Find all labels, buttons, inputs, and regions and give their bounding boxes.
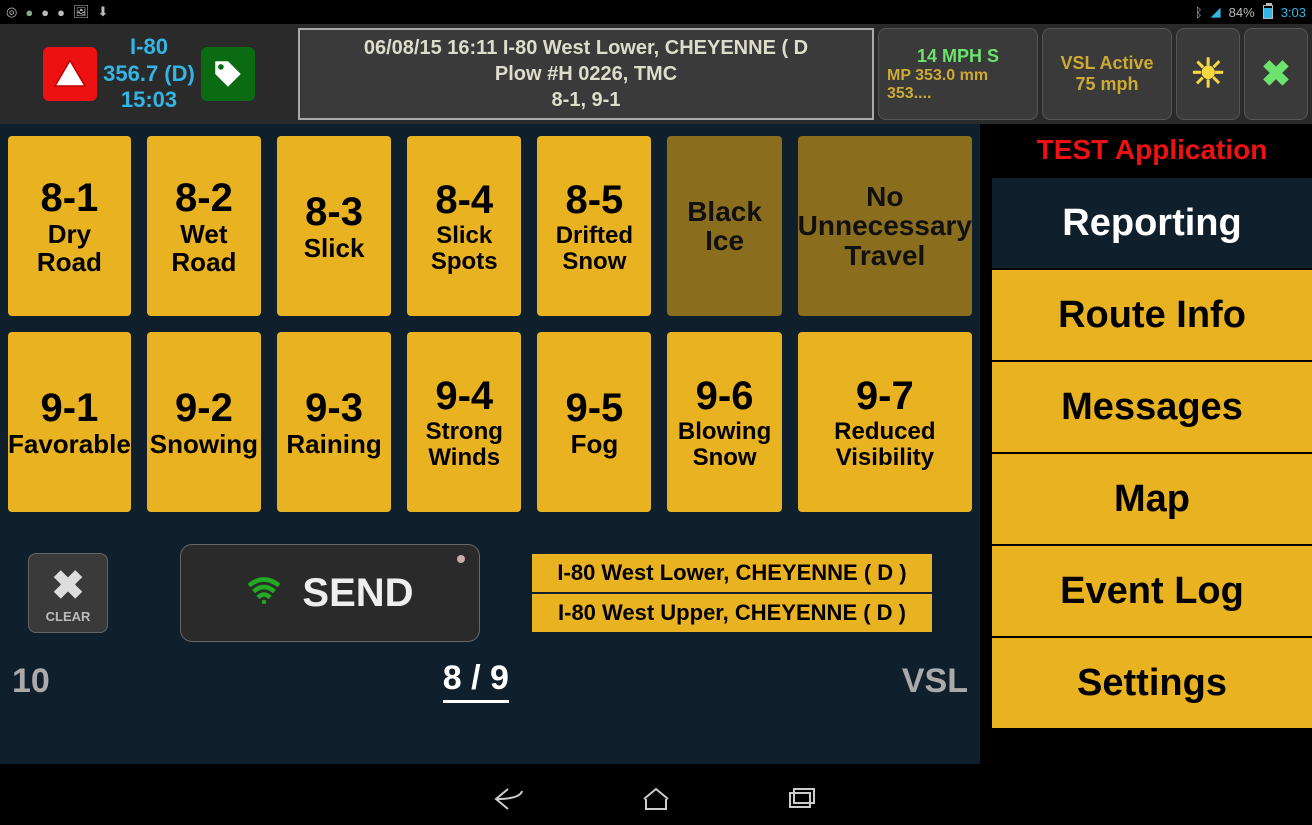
close-button[interactable]: ✖ bbox=[1244, 28, 1308, 120]
tile-label: Fog bbox=[571, 431, 619, 458]
tile-code: 8-2 bbox=[175, 176, 233, 221]
tile-label: WetRoad bbox=[171, 221, 236, 276]
recent-icon[interactable] bbox=[784, 785, 820, 818]
condition-tile-no-unnecessary-travel[interactable]: NoUnnecessaryTravel bbox=[798, 136, 972, 316]
download-icon: ⬇ bbox=[97, 4, 108, 20]
footer-right: VSL bbox=[902, 662, 968, 701]
condition-tile-9-2[interactable]: 9-2Snowing bbox=[147, 332, 261, 512]
message-line1: 06/08/15 16:11 I-80 West Lower, CHEYENNE… bbox=[364, 35, 808, 61]
message-line2: Plow #H 0226, TMC bbox=[495, 61, 677, 87]
tile-code: 9-4 bbox=[435, 374, 493, 419]
send-label: SEND bbox=[302, 571, 413, 616]
tile-label: StrongWinds bbox=[426, 419, 503, 469]
sidebar-item-messages[interactable]: Messages bbox=[992, 360, 1312, 452]
home-icon[interactable] bbox=[638, 785, 674, 818]
location-block[interactable]: I-80 356.7 (D) 15:03 bbox=[4, 28, 294, 120]
battery-icon bbox=[1263, 5, 1273, 19]
condition-tile-9-4[interactable]: 9-4StrongWinds bbox=[407, 332, 521, 512]
tile-label: SlickSpots bbox=[431, 223, 498, 273]
image-icon: 🖼 bbox=[73, 4, 90, 20]
tile-label: NoUnnecessaryTravel bbox=[798, 182, 972, 270]
brightness-button[interactable]: ☀ bbox=[1176, 28, 1240, 120]
android-nav-bar bbox=[0, 777, 1312, 825]
condition-tile-8-2[interactable]: 8-2WetRoad bbox=[147, 136, 261, 316]
condition-tile-9-3[interactable]: 9-3Raining bbox=[277, 332, 391, 512]
sun-icon: ☀ bbox=[1190, 51, 1226, 97]
footer-left: 10 bbox=[12, 662, 50, 701]
condition-tile-8-3[interactable]: 8-3Slick bbox=[277, 136, 391, 316]
tile-label: Slick bbox=[304, 235, 365, 262]
condition-tile-9-5[interactable]: 9-5Fog bbox=[537, 332, 651, 512]
condition-tile-black-ice[interactable]: BlackIce bbox=[667, 136, 781, 316]
sidebar-item-map[interactable]: Map bbox=[992, 452, 1312, 544]
route-item-0[interactable]: I-80 West Lower, CHEYENNE ( D ) bbox=[532, 554, 932, 592]
app-header: I-80 356.7 (D) 15:03 06/08/15 16:11 I-80… bbox=[0, 24, 1312, 124]
tile-label: ReducedVisibility bbox=[834, 419, 935, 469]
page-indicator[interactable]: 8 / 9 bbox=[443, 659, 509, 703]
message-block[interactable]: 06/08/15 16:11 I-80 West Lower, CHEYENNE… bbox=[298, 28, 874, 120]
tag-icon bbox=[201, 47, 255, 101]
footer-bar: 10 8 / 9 VSL bbox=[0, 659, 980, 703]
back-icon[interactable] bbox=[492, 785, 528, 818]
message-line3: 8-1, 9-1 bbox=[552, 87, 621, 113]
battery-percent: 84% bbox=[1229, 5, 1255, 20]
speed-button[interactable]: 14 MPH S MP 353.0 mm 353.... bbox=[878, 28, 1038, 120]
tile-label: BlackIce bbox=[687, 197, 762, 256]
clear-x-icon: ✖ bbox=[51, 563, 85, 609]
speed-top: 14 MPH S bbox=[917, 46, 999, 67]
time-label: 15:03 bbox=[103, 87, 195, 113]
tile-code: 9-7 bbox=[856, 374, 914, 419]
condition-tile-9-1[interactable]: 9-1Favorable bbox=[8, 332, 131, 512]
send-button[interactable]: SEND bbox=[180, 544, 480, 642]
vsl-button[interactable]: VSL Active 75 mph bbox=[1042, 28, 1172, 120]
wifi-send-icon bbox=[246, 576, 282, 611]
android-status-bar: ◎ ● ● ● 🖼 ⬇ ᛒ ◢ 84% 3:03 bbox=[0, 0, 1312, 24]
tile-label: Raining bbox=[286, 431, 381, 458]
status-dot-2: ● bbox=[41, 5, 49, 20]
condition-tile-8-5[interactable]: 8-5DriftedSnow bbox=[537, 136, 651, 316]
tile-code: 9-1 bbox=[41, 386, 99, 431]
tile-code: 9-5 bbox=[565, 386, 623, 431]
condition-tile-9-7[interactable]: 9-7ReducedVisibility bbox=[798, 332, 972, 512]
test-banner: TEST Application bbox=[992, 124, 1312, 176]
tile-label: DriftedSnow bbox=[556, 223, 633, 273]
tile-code: 9-3 bbox=[305, 386, 363, 431]
tile-label: Snowing bbox=[150, 431, 258, 458]
tile-code: 8-4 bbox=[435, 178, 493, 223]
tile-label: BlowingSnow bbox=[678, 419, 771, 469]
wifi-icon: ◢ bbox=[1211, 4, 1221, 20]
bluetooth-icon: ᛒ bbox=[1195, 5, 1203, 20]
status-dot-3: ● bbox=[57, 5, 65, 20]
side-menu: TEST Application ReportingRoute InfoMess… bbox=[992, 124, 1312, 728]
condition-tile-8-1[interactable]: 8-1DryRoad bbox=[8, 136, 131, 316]
sidebar-item-event-log[interactable]: Event Log bbox=[992, 544, 1312, 636]
route-label: I-80 bbox=[103, 34, 195, 60]
tile-code: 8-1 bbox=[41, 176, 99, 221]
clock: 3:03 bbox=[1281, 5, 1306, 20]
tile-code: 9-2 bbox=[175, 386, 233, 431]
tile-code: 8-3 bbox=[305, 190, 363, 235]
milepost-label: 356.7 (D) bbox=[103, 61, 195, 87]
clear-button[interactable]: ✖ CLEAR bbox=[28, 553, 108, 633]
route-item-1[interactable]: I-80 West Upper, CHEYENNE ( D ) bbox=[532, 594, 932, 632]
condition-tile-9-6[interactable]: 9-6BlowingSnow bbox=[667, 332, 781, 512]
clear-label: CLEAR bbox=[46, 609, 91, 624]
vsl-top: VSL Active bbox=[1060, 53, 1153, 74]
warning-icon bbox=[43, 47, 97, 101]
vsl-bottom: 75 mph bbox=[1075, 74, 1138, 95]
tile-label: Favorable bbox=[8, 431, 131, 458]
status-dot-1: ● bbox=[25, 5, 33, 20]
tile-code: 8-5 bbox=[565, 178, 623, 223]
sidebar-item-settings[interactable]: Settings bbox=[992, 636, 1312, 728]
sidebar-item-route-info[interactable]: Route Info bbox=[992, 268, 1312, 360]
condition-tile-8-4[interactable]: 8-4SlickSpots bbox=[407, 136, 521, 316]
close-icon: ✖ bbox=[1261, 53, 1291, 95]
tile-label: DryRoad bbox=[37, 221, 102, 276]
tile-code: 9-6 bbox=[696, 374, 754, 419]
sidebar-item-reporting[interactable]: Reporting bbox=[992, 176, 1312, 268]
location-icon: ◎ bbox=[6, 4, 17, 20]
speed-bottom: MP 353.0 mm 353.... bbox=[887, 67, 1029, 103]
